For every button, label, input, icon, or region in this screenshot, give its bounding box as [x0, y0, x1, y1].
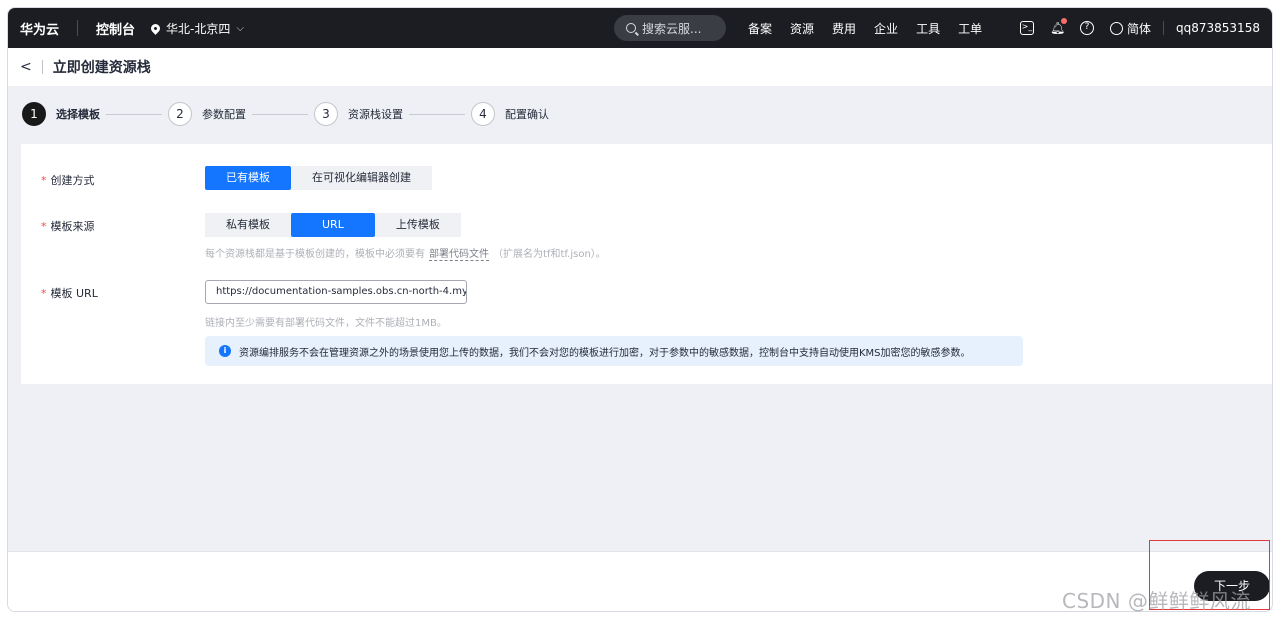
user-account[interactable]: qq873853158: [1176, 21, 1260, 35]
nav-item-resources[interactable]: 资源: [790, 20, 814, 37]
language-label: 简体: [1127, 21, 1152, 36]
option-url[interactable]: URL: [291, 213, 375, 237]
info-banner: i 资源编排服务不会在管理资源之外的场景使用您上传的数据，我们不会对您的模板进行…: [205, 336, 1023, 366]
step-stack-settings: 3 资源栈设置: [314, 102, 403, 126]
divider: [77, 20, 79, 36]
watermark: CSDN @鲜鲜鲜风流: [1062, 589, 1251, 613]
template-url-input[interactable]: https://documentation-samples.obs.cn-nor…: [205, 280, 467, 304]
hint-text: 每个资源栈都是基于模板创建的，模板中必须要有: [205, 249, 425, 260]
wizard-steps: 1 选择模板 2 参数配置 3 资源栈设置 4 配置确认: [22, 101, 549, 127]
console-link[interactable]: 控制台: [96, 19, 135, 38]
step-confirm: 4 配置确认: [471, 102, 549, 126]
search-icon: [626, 23, 636, 33]
globe-icon: [1110, 21, 1123, 35]
label-text: 模板 URL: [50, 287, 98, 300]
console-window: 华为云 控制台 华北-北京四 ⌵ 搜索云服... 备案 资源 费用 企业 工具 …: [7, 7, 1273, 612]
back-button[interactable]: <: [20, 59, 32, 75]
bell-icon[interactable]: 🔔︎: [1050, 18, 1067, 35]
info-text: 资源编排服务不会在管理资源之外的场景使用您上传的数据，我们不会对您的模板进行加密…: [239, 347, 971, 359]
deploy-code-file-link[interactable]: 部署代码文件: [429, 249, 489, 261]
option-visual-editor[interactable]: 在可视化编辑器创建: [291, 166, 432, 190]
create-method-toggle: 已有模板 在可视化编辑器创建: [205, 166, 432, 190]
template-url-label: * 模板 URL: [41, 285, 98, 301]
template-source-label: * 模板来源: [41, 218, 95, 234]
step-label: 资源栈设置: [348, 108, 403, 121]
step-number: 4: [471, 102, 495, 126]
step-connector: [106, 113, 162, 115]
top-icons: >_ 🔔︎ ? 简体 qq873853158: [1020, 8, 1260, 48]
page-title: 立即创建资源栈: [52, 60, 151, 76]
required-mark: *: [41, 174, 47, 187]
divider: [1163, 21, 1165, 35]
top-navbar: 华为云 控制台 华北-北京四 ⌵ 搜索云服... 备案 资源 费用 企业 工具 …: [8, 8, 1272, 48]
page-header: < 立即创建资源栈: [8, 48, 1272, 86]
option-upload-template[interactable]: 上传模板: [374, 213, 461, 237]
step-number: 1: [22, 102, 46, 126]
nav-item-billing[interactable]: 费用: [832, 20, 856, 37]
required-mark: *: [41, 220, 47, 233]
step-number: 3: [314, 102, 338, 126]
label-text: 创建方式: [50, 174, 95, 187]
step-parameter-config: 2 参数配置: [168, 102, 246, 126]
terminal-icon[interactable]: >_: [1020, 21, 1034, 35]
step-connector: [409, 113, 465, 115]
region-selector[interactable]: 华北-北京四 ⌵: [149, 20, 244, 37]
divider: [41, 60, 43, 74]
option-private-template[interactable]: 私有模板: [205, 213, 291, 237]
search-placeholder: 搜索云服...: [642, 21, 702, 36]
nav-item-filing[interactable]: 备案: [748, 20, 772, 37]
step-label: 参数配置: [202, 108, 246, 121]
info-icon: i: [219, 345, 231, 357]
top-nav-menu: 备案 资源 费用 企业 工具 工单: [748, 8, 1000, 48]
region-label: 华北-北京四: [166, 21, 231, 36]
brand-logo[interactable]: 华为云: [20, 19, 59, 38]
nav-item-tickets[interactable]: 工单: [958, 20, 982, 37]
location-pin-icon: [149, 21, 162, 35]
label-text: 模板来源: [50, 220, 95, 233]
option-existing-template[interactable]: 已有模板: [205, 166, 291, 190]
template-url-hint: 链接内至少需要有部署代码文件，文件不能超过1MB。: [205, 318, 447, 329]
step-number: 2: [168, 102, 192, 126]
step-label: 配置确认: [505, 108, 549, 121]
hint-text: （扩展名为tf和tf.json）。: [493, 249, 606, 260]
step-connector: [252, 113, 308, 115]
help-icon[interactable]: ?: [1080, 21, 1094, 35]
form-card: * 创建方式 已有模板 在可视化编辑器创建 * 模板来源 私有模板 URL 上传模板…: [21, 144, 1272, 384]
create-method-label: * 创建方式: [41, 172, 95, 188]
nav-item-enterprise[interactable]: 企业: [874, 20, 898, 37]
search-box[interactable]: 搜索云服...: [614, 15, 726, 41]
step-label: 选择模板: [56, 108, 100, 121]
required-mark: *: [41, 287, 47, 300]
step-select-template: 1 选择模板: [22, 102, 100, 126]
template-source-toggle: 私有模板 URL 上传模板: [205, 213, 461, 237]
template-source-hint: 每个资源栈都是基于模板创建的，模板中必须要有 部署代码文件 （扩展名为tf和tf.j…: [205, 245, 606, 261]
nav-item-tools[interactable]: 工具: [916, 20, 940, 37]
chevron-down-icon: ⌵: [236, 22, 244, 34]
language-selector[interactable]: 简体: [1110, 20, 1151, 37]
